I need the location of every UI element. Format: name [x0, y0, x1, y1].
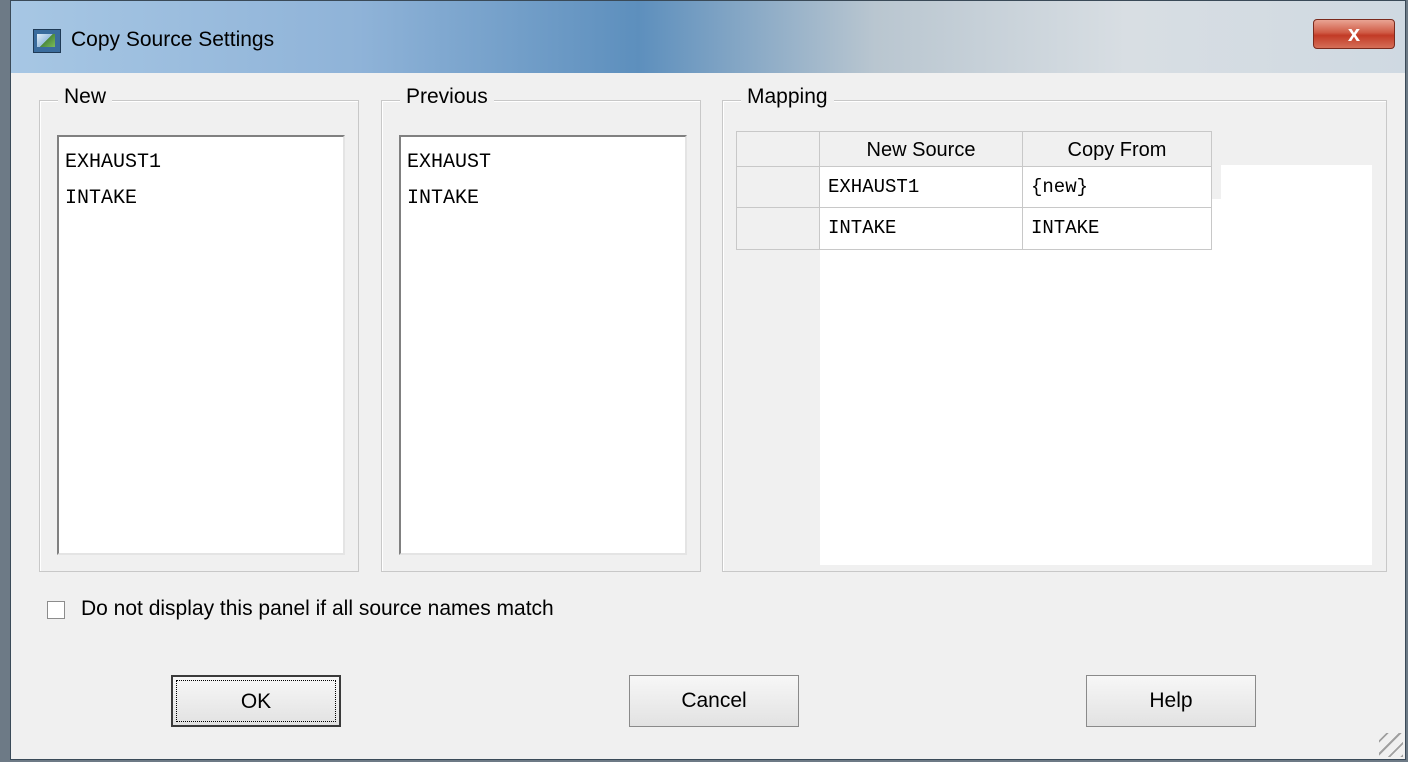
table-cell-copy-from[interactable]: INTAKE	[1023, 208, 1212, 250]
help-button[interactable]: Help	[1086, 675, 1256, 727]
table-cell-copy-from[interactable]: {new}	[1023, 167, 1212, 208]
title-bar[interactable]: Copy Source Settings x	[11, 1, 1405, 73]
ok-button[interactable]: OK	[171, 675, 341, 727]
mapping-group: Mapping New Source Copy From EXHAUST1 {n…	[722, 85, 1387, 572]
row-header[interactable]	[736, 208, 820, 250]
close-button[interactable]: x	[1313, 19, 1395, 49]
window-title: Copy Source Settings	[71, 28, 275, 51]
close-icon: x	[1347, 21, 1361, 46]
new-group-label: New	[58, 85, 113, 109]
help-button-label: Help	[1149, 689, 1193, 712]
new-group: New EXHAUST1 INTAKE	[39, 85, 359, 572]
copy-source-settings-dialog: Copy Source Settings x New EXHAUST1 INTA…	[10, 0, 1406, 760]
previous-sources-list[interactable]: EXHAUST INTAKE	[399, 135, 687, 555]
list-item[interactable]: INTAKE	[407, 181, 679, 217]
list-item[interactable]: INTAKE	[65, 181, 337, 217]
resize-grip-icon[interactable]	[1379, 733, 1403, 757]
table-cell-new-source[interactable]: INTAKE	[820, 208, 1023, 250]
row-header[interactable]	[736, 167, 820, 208]
hide-panel-label[interactable]: Do not display this panel if all source …	[81, 597, 554, 621]
table-cell-new-source[interactable]: EXHAUST1	[820, 167, 1023, 208]
mapping-table[interactable]: New Source Copy From EXHAUST1 {new} INTA…	[736, 131, 1378, 565]
cancel-button[interactable]: Cancel	[629, 675, 799, 727]
column-header-copy-from[interactable]: Copy From	[1023, 131, 1212, 167]
dialog-body: New EXHAUST1 INTAKE Previous EXHAUST INT…	[11, 73, 1405, 759]
list-item[interactable]: EXHAUST	[407, 145, 679, 181]
list-item[interactable]: EXHAUST1	[65, 145, 337, 181]
column-header-new-source[interactable]: New Source	[820, 131, 1023, 167]
new-sources-list[interactable]: EXHAUST1 INTAKE	[57, 135, 345, 555]
app-icon	[33, 29, 61, 53]
cancel-button-label: Cancel	[681, 689, 747, 712]
mapping-group-label: Mapping	[741, 85, 834, 109]
previous-group-label: Previous	[400, 85, 494, 109]
corner-header[interactable]	[736, 131, 820, 167]
previous-group: Previous EXHAUST INTAKE	[381, 85, 701, 572]
hide-panel-checkbox[interactable]	[47, 601, 65, 619]
